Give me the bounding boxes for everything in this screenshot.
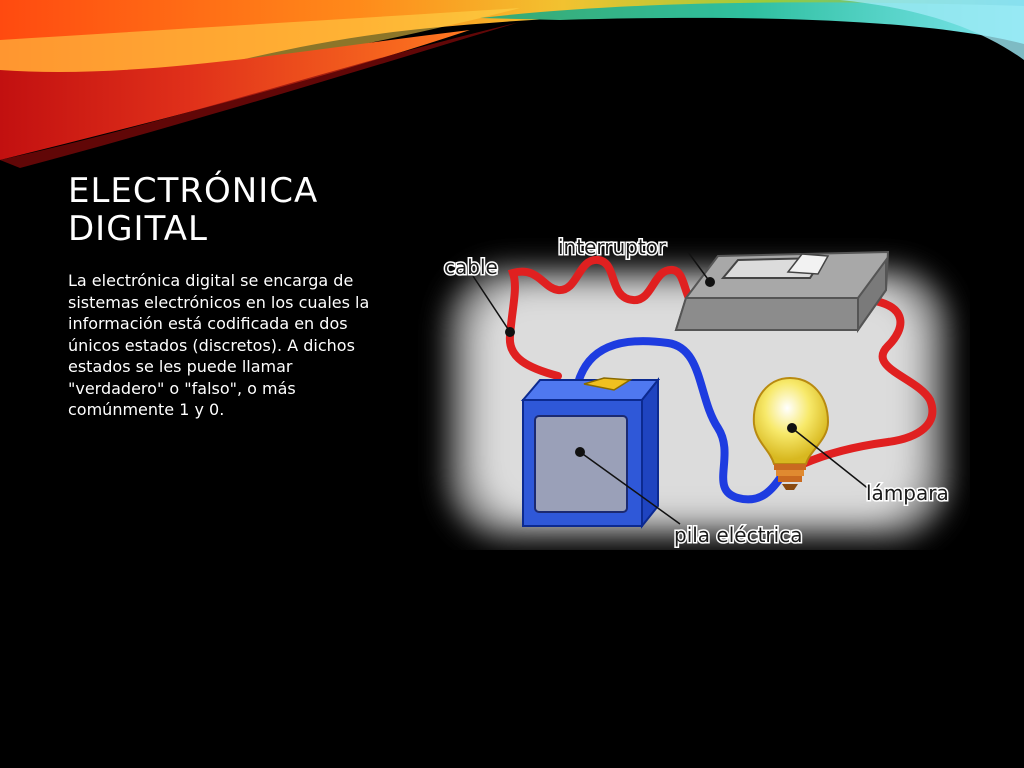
switch-icon	[674, 250, 890, 334]
label-cable: cable	[444, 255, 498, 279]
label-interruptor: interruptor	[558, 235, 667, 259]
title-line-1: ELECTRÓNICA	[68, 171, 319, 211]
label-pila-electrica: pila eléctrica	[674, 523, 802, 547]
slide: ELECTRÓNICA DIGITAL La electrónica digit…	[0, 0, 1024, 768]
title-line-2: DIGITAL	[68, 209, 208, 249]
circuit-diagram: cable interruptor lámpara pila eléctrica	[443, 234, 951, 549]
slide-body-text: La electrónica digital se encarga de sis…	[68, 271, 370, 419]
label-lampara: lámpara	[866, 481, 949, 505]
slide-title: ELECTRÓNICA DIGITAL	[68, 172, 398, 248]
battery-icon	[520, 377, 661, 529]
decorative-banner	[0, 0, 1024, 168]
